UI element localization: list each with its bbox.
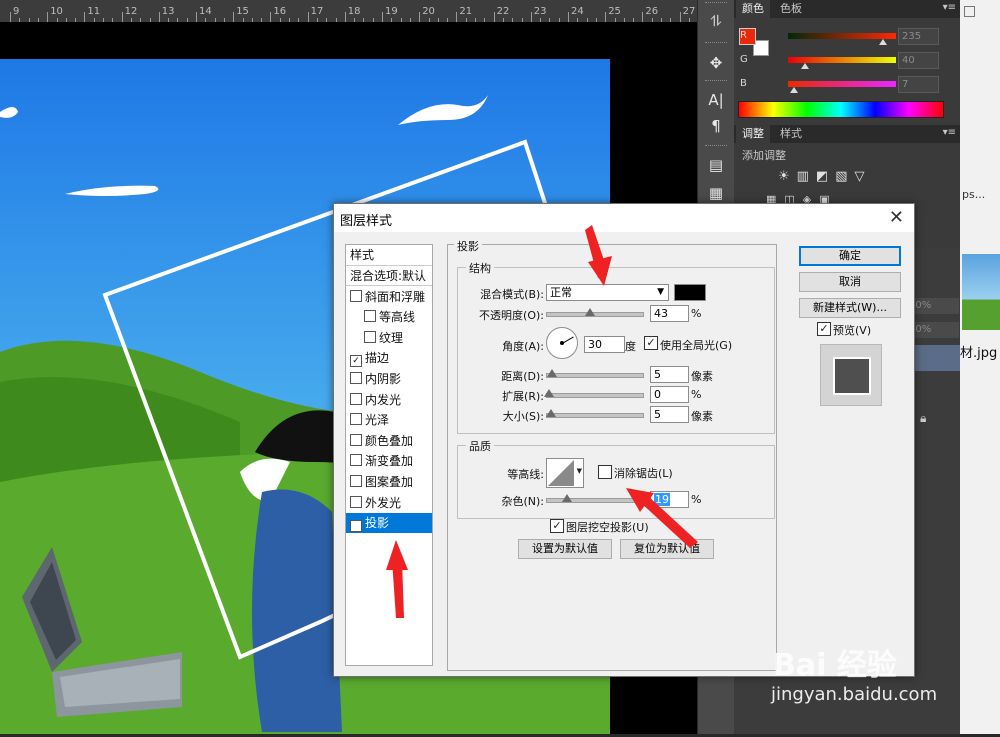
- watermark-url: jingyan.baidu.com: [771, 684, 938, 705]
- watermark-brand: Bai 经验: [773, 648, 897, 683]
- arrow-head-drop-shadow: [386, 540, 408, 570]
- arrow-head-blend-mode: [588, 256, 612, 286]
- arrow-to-noise: [640, 496, 698, 548]
- watermark: Bai 经验 jingyan.baidu.com: [765, 620, 965, 720]
